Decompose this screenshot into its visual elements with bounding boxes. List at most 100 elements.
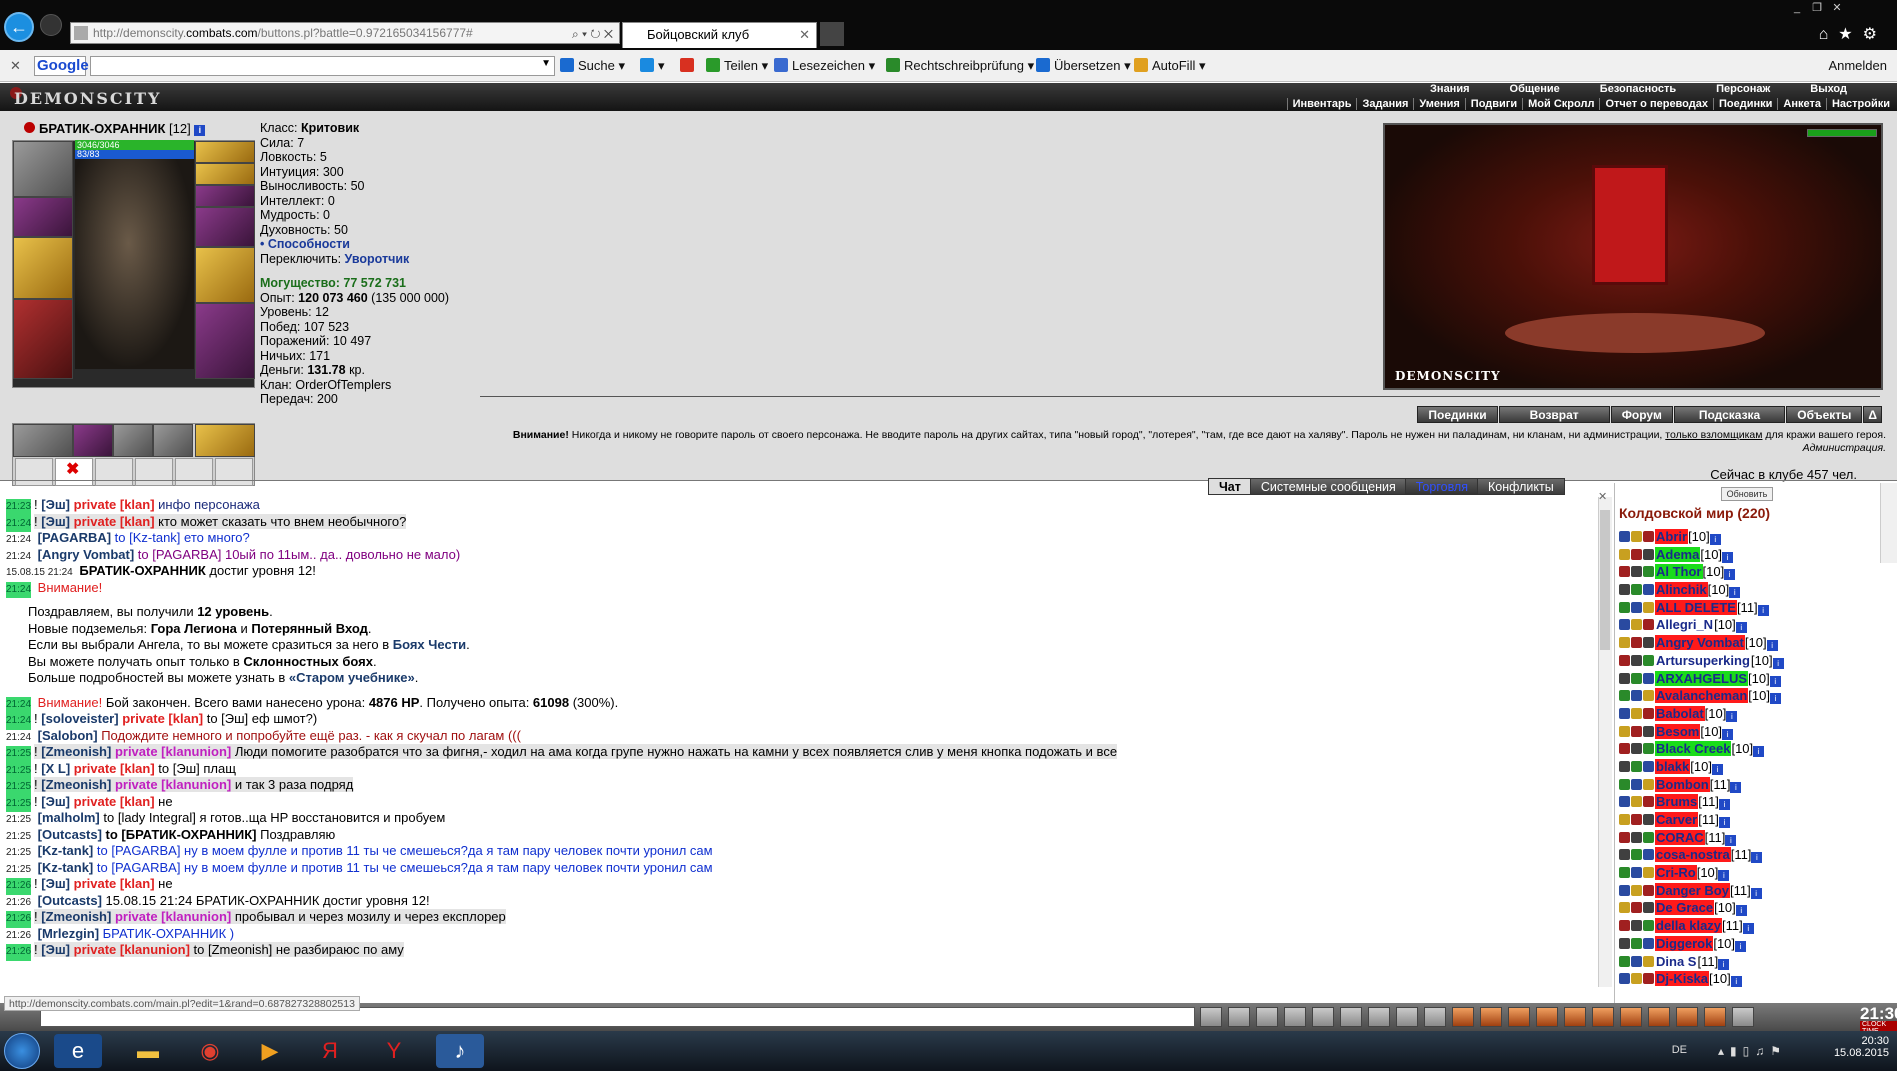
address-bar[interactable]: http://demonscity.combats.com/buttons.pl…	[70, 22, 620, 44]
chat-private-tag[interactable]: private [klan]	[74, 497, 155, 512]
chat-nick[interactable]: [Outcasts]	[34, 827, 106, 842]
menu-communication[interactable]: Общение	[1510, 83, 1560, 95]
belt-item-slot[interactable]	[153, 424, 193, 457]
forward-button[interactable]	[40, 14, 62, 36]
character-avatar[interactable]	[75, 159, 194, 369]
info-icon[interactable]: i	[1722, 728, 1734, 740]
private-message-icon[interactable]	[1619, 619, 1630, 631]
objects-button[interactable]: Объекты	[1786, 406, 1863, 423]
player-name[interactable]: Besom	[1655, 723, 1701, 739]
private-message-icon[interactable]	[1619, 937, 1630, 949]
empty-slot[interactable]	[95, 458, 133, 486]
chat-scroll-thumb[interactable]	[1600, 510, 1610, 650]
info-icon[interactable]: i	[1750, 887, 1762, 899]
private-message-icon[interactable]	[1619, 920, 1630, 932]
menu-profile[interactable]: Анкета	[1777, 98, 1826, 110]
weapon-left-slot[interactable]	[13, 237, 73, 299]
info-icon[interactable]: i	[1735, 940, 1747, 952]
potion-icon[interactable]	[1648, 1007, 1670, 1027]
info-icon[interactable]: i	[1718, 817, 1730, 828]
room-door[interactable]	[1592, 165, 1668, 285]
translit-icon[interactable]	[1424, 1007, 1446, 1027]
player-name[interactable]: Danger Boy	[1655, 882, 1730, 898]
duels-button[interactable]: Поединки	[1417, 406, 1498, 423]
private-message-icon[interactable]	[1619, 672, 1630, 684]
empty-slot[interactable]	[215, 458, 253, 486]
player-name[interactable]: Angry Vombat	[1655, 635, 1745, 651]
private-message-icon[interactable]	[1619, 760, 1630, 772]
player-name[interactable]: Dj-Kiska	[1655, 971, 1710, 987]
private-message-icon[interactable]	[1619, 973, 1630, 985]
belt-item-slot[interactable]	[13, 424, 73, 457]
tools-icon[interactable]	[1312, 1007, 1334, 1027]
sound-icon[interactable]	[1368, 1007, 1390, 1027]
sound-app-taskbar-icon[interactable]: ♪	[436, 1034, 484, 1068]
menu-character[interactable]: Персонаж	[1716, 83, 1770, 95]
room-image[interactable]: DEMONSCITY	[1383, 123, 1883, 390]
info-icon[interactable]: i	[194, 125, 206, 136]
frame-divider[interactable]	[0, 480, 1897, 481]
chat-nick[interactable]: [PAGARBA]	[34, 530, 115, 545]
switch-link[interactable]: Уворотчик	[345, 252, 410, 266]
chat-nick[interactable]: [Kz-tank]	[34, 860, 97, 875]
private-message-icon[interactable]	[1619, 707, 1630, 719]
minimize-icon[interactable]: _	[1787, 3, 1807, 14]
filter-icon[interactable]	[1256, 1007, 1278, 1027]
tab-system[interactable]: Системные сообщения	[1249, 478, 1407, 495]
info-icon[interactable]: i	[1729, 587, 1741, 599]
private-message-icon[interactable]	[1619, 796, 1630, 808]
toolbar-autofill[interactable]: AutoFill ▾	[1134, 58, 1206, 74]
player-name[interactable]: De Grace	[1655, 900, 1715, 916]
chat-nick[interactable]: [Outcasts]	[34, 893, 106, 908]
signin-link[interactable]: Anmelden	[1828, 58, 1887, 73]
private-message-icon[interactable]	[1619, 531, 1630, 542]
player-name[interactable]: Adema	[1655, 546, 1701, 562]
save-icon[interactable]	[1284, 1007, 1306, 1027]
chat-nick[interactable]: [Эш]	[38, 876, 74, 891]
empty-slot[interactable]	[135, 458, 173, 486]
info-icon[interactable]: i	[1718, 799, 1730, 811]
map-icon[interactable]	[1676, 1007, 1698, 1027]
player-name[interactable]: Brums	[1655, 794, 1699, 810]
info-icon[interactable]: i	[1722, 551, 1734, 563]
helmet-slot[interactable]	[13, 141, 73, 197]
browser-tab[interactable]: Бойцовский клуб ✕	[622, 22, 817, 48]
restore-icon[interactable]: ❐	[1807, 3, 1827, 14]
chat-nick[interactable]: [Salobon]	[34, 728, 101, 743]
toolbar-spellcheck[interactable]: Rechtschreibprüfung ▾	[886, 58, 1034, 74]
info-icon[interactable]: i	[1709, 534, 1721, 545]
player-name[interactable]: ARXAHGELUS	[1655, 670, 1749, 686]
chat-nick[interactable]: [Эш]	[38, 497, 74, 512]
clear-icon[interactable]	[1228, 1007, 1250, 1027]
return-button[interactable]: Возврат	[1498, 406, 1610, 423]
ie-taskbar-icon[interactable]: e	[54, 1034, 102, 1068]
private-message-icon[interactable]	[1619, 955, 1630, 967]
players-scrollbar[interactable]	[1880, 483, 1897, 563]
refresh-button[interactable]: Обновить	[1721, 487, 1773, 501]
chat-nick[interactable]: [Эш]	[38, 514, 74, 529]
chat-nick[interactable]: [Angry Vombat]	[34, 547, 138, 562]
info-icon[interactable]: i	[1724, 569, 1736, 581]
player-name[interactable]: CORAC	[1655, 829, 1705, 845]
character-name[interactable]: БРАТИК-ОХРАННИК [12] i	[24, 121, 206, 136]
player-name[interactable]: Bombon	[1655, 776, 1710, 792]
player-name[interactable]: Avalancheman	[1655, 688, 1749, 704]
chat-nick[interactable]: [Эш]	[38, 794, 74, 809]
chat-nick[interactable]: [Mrlezgin]	[34, 926, 103, 941]
chat-nick[interactable]: «Старом учебнике»	[289, 670, 415, 685]
ring-slots[interactable]	[195, 185, 255, 207]
toolbar-close-icon[interactable]: ✕	[10, 58, 21, 74]
media-player-taskbar-icon[interactable]: ▶	[246, 1034, 294, 1068]
player-name[interactable]: ALL DELETE	[1655, 599, 1737, 615]
empty-slot[interactable]	[15, 458, 53, 486]
info-icon[interactable]: i	[1751, 852, 1763, 864]
player-name[interactable]: Alinchik	[1655, 582, 1708, 598]
private-message-icon[interactable]	[1619, 637, 1630, 649]
private-message-icon[interactable]	[1619, 690, 1630, 702]
player-name[interactable]: cosa-nostra	[1655, 847, 1731, 863]
private-message-icon[interactable]	[1619, 654, 1630, 666]
menu-duels[interactable]: Поединки	[1712, 98, 1778, 110]
hint-button[interactable]: Подсказка	[1673, 406, 1786, 423]
chat-private-tag[interactable]: private [klan]	[74, 876, 155, 891]
tab-trade[interactable]: Торговля	[1404, 478, 1479, 495]
